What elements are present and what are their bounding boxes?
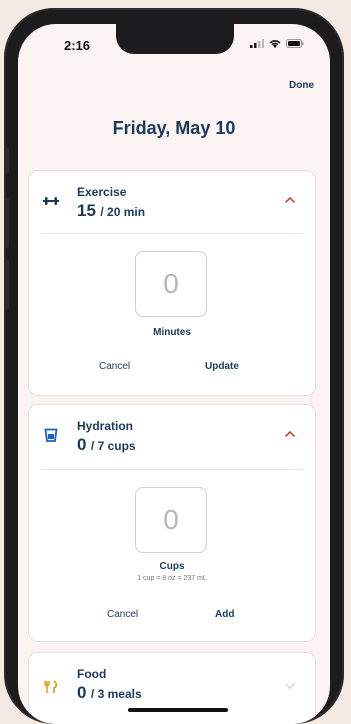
cups-input[interactable]: 0: [135, 487, 207, 553]
hydration-cancel-button[interactable]: Cancel: [107, 609, 138, 620]
cups-conversion-note: 1 cup = 8 oz = 237 mL: [137, 575, 207, 582]
wifi-icon: [269, 40, 281, 48]
minutes-input[interactable]: 0: [135, 251, 207, 317]
chevron-down-icon[interactable]: [283, 679, 297, 693]
volume-up-button: [4, 198, 9, 248]
food-title: Food: [77, 667, 107, 681]
hydration-goal: / 7 cups: [90, 439, 136, 453]
status-time: 2:16: [64, 38, 91, 53]
exercise-goal: / 20 min: [100, 205, 146, 219]
food-goal: / 3 meals: [90, 687, 142, 701]
fork-knife-icon: [43, 679, 59, 695]
hydration-card-header[interactable]: Hydration 0 / 7 cups: [29, 405, 315, 463]
mute-switch: [4, 148, 9, 174]
chevron-up-icon[interactable]: [283, 193, 297, 207]
dumbbell-icon: [43, 193, 59, 209]
signal-icon: [250, 39, 264, 48]
status-icons: [250, 39, 304, 48]
battery-icon: [286, 39, 304, 48]
screen: 2:16 Done Friday, May 10 Exercise 15 / 2…: [18, 24, 330, 724]
hydration-progress: 0 / 7 cups: [77, 435, 136, 455]
exercise-cancel-button[interactable]: Cancel: [99, 361, 130, 372]
hydration-title: Hydration: [77, 419, 134, 433]
food-progress: 0 / 3 meals: [77, 683, 142, 703]
home-indicator: [128, 708, 228, 712]
cups-label: Cups: [159, 561, 185, 572]
divider: [41, 469, 303, 470]
exercise-title: Exercise: [77, 185, 127, 199]
exercise-card: Exercise 15 / 20 min 0 Minutes Cancel Up…: [28, 170, 316, 396]
exercise-progress: 15 / 20 min: [77, 201, 145, 221]
phone-frame: 2:16 Done Friday, May 10 Exercise 15 / 2…: [4, 8, 344, 724]
food-card-header[interactable]: Food 0 / 3 meals: [29, 653, 315, 711]
exercise-update-button[interactable]: Update: [205, 361, 239, 372]
volume-down-button: [4, 260, 9, 310]
status-bar: 2:16: [18, 38, 330, 58]
divider: [41, 233, 303, 234]
hydration-value: 0: [77, 435, 87, 454]
hydration-card: Hydration 0 / 7 cups 0 Cups 1 cup = 8 oz…: [28, 404, 316, 642]
exercise-value: 15: [77, 201, 96, 220]
done-button[interactable]: Done: [289, 80, 314, 91]
page-title: Friday, May 10: [112, 118, 236, 138]
hydration-add-button[interactable]: Add: [215, 609, 234, 620]
food-card: Food 0 / 3 meals: [28, 652, 316, 724]
cup-icon: [43, 427, 59, 443]
food-value: 0: [77, 683, 87, 702]
minutes-label: Minutes: [153, 327, 191, 338]
exercise-card-header[interactable]: Exercise 15 / 20 min: [29, 171, 315, 229]
chevron-up-icon[interactable]: [283, 427, 297, 441]
